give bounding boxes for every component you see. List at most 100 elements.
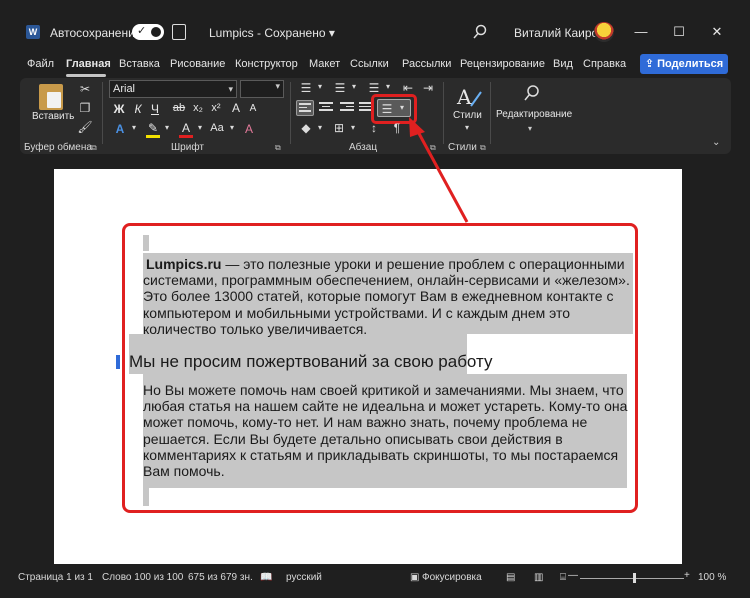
group-divider xyxy=(490,82,491,144)
font-launcher-icon[interactable]: ⧉ xyxy=(275,143,281,153)
paragraph-launcher-icon[interactable]: ⧉ xyxy=(430,143,436,153)
share-button[interactable]: ⇪ Поделиться xyxy=(640,54,728,74)
cut-icon[interactable]: ✂ xyxy=(77,82,93,96)
underline-button[interactable]: Ч xyxy=(148,102,162,116)
clipboard-group-label: Буфер обмена xyxy=(24,142,92,153)
clipboard-launcher-icon[interactable]: ⧉ xyxy=(91,143,97,153)
align-left-button[interactable] xyxy=(296,100,314,116)
tab-help[interactable]: Справка xyxy=(583,58,626,70)
font-size-select[interactable]: ▾ xyxy=(240,80,284,98)
collapse-ribbon-icon[interactable]: ⌄ xyxy=(712,137,720,148)
group-divider xyxy=(290,82,291,144)
minimize-button[interactable]: — xyxy=(630,22,652,42)
strikethrough-button[interactable]: ab xyxy=(172,102,186,114)
text-effects-button[interactable]: A xyxy=(113,122,127,136)
maximize-button[interactable]: ☐ xyxy=(668,22,690,42)
zoom-out-button[interactable]: — xyxy=(568,570,578,581)
focus-mode[interactable]: Фокусировка xyxy=(422,572,482,583)
tab-home[interactable]: Главная xyxy=(66,58,111,70)
chevron-down-icon[interactable]: ▾ xyxy=(380,82,396,91)
page-count[interactable]: Страница 1 из 1 xyxy=(18,572,93,583)
chevron-down-icon[interactable]: ▾ xyxy=(346,82,362,91)
italic-button[interactable]: К xyxy=(131,102,145,116)
copy-icon[interactable]: ❐ xyxy=(77,101,93,115)
proofing-icon[interactable]: 📖 xyxy=(260,572,272,583)
zoom-in-button[interactable]: + xyxy=(684,570,690,581)
align-center-button[interactable] xyxy=(317,100,335,116)
read-mode-icon[interactable]: ▤ xyxy=(506,572,515,583)
styles-button-label[interactable]: Стили xyxy=(453,110,482,121)
styles-icon[interactable]: A xyxy=(455,84,483,110)
tab-review[interactable]: Рецензирование xyxy=(460,58,545,70)
increase-indent-icon[interactable]: ⇥ xyxy=(420,81,436,95)
font-group-label: Шрифт xyxy=(171,142,204,153)
grow-font-button[interactable]: A xyxy=(229,101,243,115)
search-icon[interactable] xyxy=(523,84,541,102)
word-count[interactable]: Слово 100 из 100 xyxy=(102,572,183,583)
svg-text:A: A xyxy=(456,85,472,109)
autosave-toggle[interactable]: ✓ xyxy=(132,24,164,40)
print-layout-icon[interactable]: ▥ xyxy=(534,572,543,583)
clear-formatting-button[interactable]: A xyxy=(242,122,256,136)
document-title[interactable]: Lumpics - Сохранено ▾ xyxy=(209,26,335,40)
font-name-select[interactable]: Arial ▾ xyxy=(109,80,237,98)
close-button[interactable]: ✕ xyxy=(706,22,728,42)
heading-marker xyxy=(116,355,120,369)
decrease-indent-icon[interactable]: ⇤ xyxy=(400,81,416,95)
tab-layout[interactable]: Макет xyxy=(309,58,340,70)
chevron-down-icon[interactable]: ▾ xyxy=(528,124,532,133)
chevron-down-icon[interactable]: ▾ xyxy=(345,123,361,132)
sort-icon[interactable]: ↕ xyxy=(366,121,382,135)
toggle-knob xyxy=(151,27,161,37)
save-icon[interactable] xyxy=(172,24,186,40)
paste-button-label[interactable]: Вставить xyxy=(32,111,74,122)
tab-draw[interactable]: Рисование xyxy=(170,58,225,70)
chevron-down-icon[interactable]: ▾ xyxy=(459,123,475,132)
editing-button-label[interactable]: Редактирование xyxy=(496,109,572,120)
chevron-down-icon[interactable]: ▾ xyxy=(312,123,328,132)
chevron-down-icon: ▾ xyxy=(228,84,233,94)
tab-references[interactable]: Ссылки xyxy=(350,58,389,70)
subscript-button[interactable]: x₂ xyxy=(191,102,205,114)
zoom-slider-thumb[interactable] xyxy=(633,573,636,583)
focus-icon[interactable]: ▣ xyxy=(410,572,419,583)
word-app-icon: W xyxy=(26,25,40,39)
web-layout-icon[interactable]: ⌸ xyxy=(560,572,566,583)
avatar[interactable] xyxy=(594,22,614,42)
superscript-button[interactable]: x² xyxy=(209,102,223,114)
share-label: Поделиться xyxy=(657,58,724,70)
search-icon[interactable] xyxy=(472,24,488,40)
shrink-font-button[interactable]: A xyxy=(246,103,260,114)
chevron-down-icon[interactable]: ▾ xyxy=(312,82,328,91)
align-right-button[interactable] xyxy=(338,100,356,116)
chevron-down-icon[interactable]: ▾ xyxy=(126,123,142,132)
active-tab-indicator xyxy=(66,74,106,77)
chevron-down-icon[interactable]: ▾ xyxy=(159,123,175,132)
language[interactable]: русский xyxy=(286,572,322,583)
highlight-color-button[interactable]: ✎ xyxy=(146,121,160,138)
char-count[interactable]: 675 из 679 зн. xyxy=(188,572,253,583)
group-divider xyxy=(102,82,103,144)
user-name[interactable]: Виталий Каиров xyxy=(514,26,605,40)
tab-insert[interactable]: Вставка xyxy=(119,58,160,70)
bold-button[interactable]: Ж xyxy=(112,102,126,116)
highlight-frame-line-spacing xyxy=(371,94,417,124)
font-color-button[interactable]: A xyxy=(179,121,193,138)
font-name-value: Arial xyxy=(113,83,136,95)
paste-icon[interactable] xyxy=(39,84,63,110)
chevron-down-icon[interactable]: ▾ xyxy=(224,123,240,132)
tab-view[interactable]: Вид xyxy=(553,58,573,70)
tab-design[interactable]: Конструктор xyxy=(235,58,298,70)
chevron-down-icon: ▾ xyxy=(275,81,280,91)
styles-launcher-icon[interactable]: ⧉ xyxy=(480,143,486,153)
group-divider xyxy=(443,82,444,144)
tab-file[interactable]: Файл xyxy=(27,58,54,70)
tab-mailings[interactable]: Рассылки xyxy=(402,58,451,70)
status-bar: Страница 1 из 1 Слово 100 из 100 675 из … xyxy=(0,564,750,598)
chevron-down-icon[interactable]: ▾ xyxy=(192,123,208,132)
zoom-level[interactable]: 100 % xyxy=(698,572,726,583)
zoom-slider[interactable] xyxy=(580,578,684,579)
format-painter-icon[interactable]: 🖌 xyxy=(77,120,93,134)
check-icon: ✓ xyxy=(137,25,147,37)
pilcrow-icon[interactable]: ¶ xyxy=(389,121,405,135)
